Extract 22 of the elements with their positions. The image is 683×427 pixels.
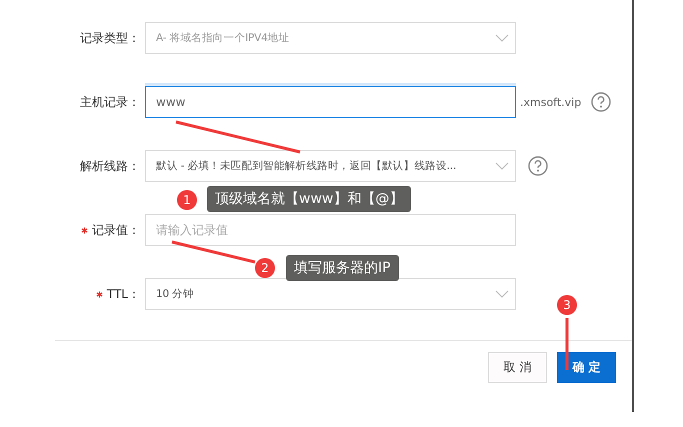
step-number: 3 (557, 295, 577, 315)
step-number: 1 (177, 190, 197, 210)
cancel-button[interactable]: 取 消 (488, 352, 547, 383)
callout-tooltip: 顶级域名就【www】和【@】 (207, 186, 412, 212)
field-label: 解析线路： (80, 158, 140, 174)
select-field[interactable]: 默认 - 必填！未匹配到智能解析线路时，返回【默认】线路设... (145, 150, 516, 182)
text-input[interactable]: 请输入记录值 (145, 214, 516, 246)
field-label: 记录类型： (80, 30, 140, 46)
domain-suffix: .xmsoft.vip (520, 96, 582, 108)
field-label: 主机记录： (80, 94, 140, 110)
chevron-down-icon (495, 34, 509, 42)
callout-tooltip: 填写服务器的IP (286, 255, 399, 281)
select-field[interactable]: 10 分钟 (145, 278, 516, 310)
help-icon[interactable] (591, 92, 612, 112)
help-icon[interactable] (528, 156, 548, 176)
chevron-down-icon (495, 162, 509, 170)
field-label: 记录值： (92, 222, 140, 238)
step-number: 2 (255, 258, 275, 278)
chevron-down-icon (495, 290, 509, 298)
confirm-button[interactable]: 确 定 (557, 352, 616, 383)
field-label: TTL： (106, 286, 140, 302)
text-input[interactable]: www (145, 86, 516, 118)
